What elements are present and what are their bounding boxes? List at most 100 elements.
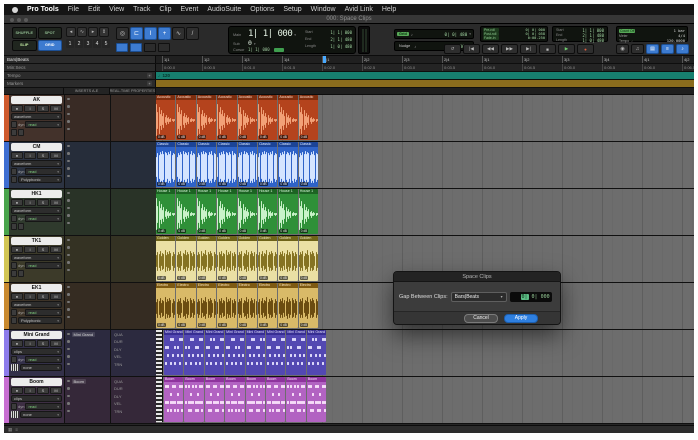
clip-acoustic-8[interactable]: Acoustic0 dB [299,95,318,140]
insert-slot[interactable] [67,126,108,132]
insert-slot[interactable] [67,237,108,243]
clip-classic-3[interactable]: Classic0 dB [197,142,216,187]
automation-safe-button[interactable] [11,309,17,316]
menu-event[interactable]: Event [180,6,198,13]
clip-electro-2[interactable]: Electro0 dB [176,283,195,328]
fade-in-label-chip[interactable]: Fade-in [483,36,499,40]
insert-slot[interactable] [67,245,108,251]
clip-electro-5[interactable]: Electro0 dB [238,283,257,328]
clip-classic-6[interactable]: Classic0 dB [258,142,277,187]
clip-classic-5[interactable]: Classic0 dB [238,142,257,187]
insert-slot[interactable] [67,292,108,298]
track-view-selector[interactable]: waveform▾ [11,301,62,308]
track-view-selector[interactable]: waveform▾ [11,160,62,167]
clip-house-1-4[interactable]: House 10 dB [217,189,236,234]
fade-in-value[interactable]: 0:00.250 [528,36,545,40]
insert-slot[interactable] [67,252,108,258]
grabber-tool-button[interactable]: + [158,27,171,40]
clip-acoustic-2[interactable]: Acoustic0 dB [176,95,195,140]
clip-acoustic-3[interactable]: Acoustic0 dB [197,95,216,140]
gap-value-field[interactable]: 0| 0| 000 [510,292,552,302]
record-enable-button[interactable]: ● [11,105,23,112]
patch-selector[interactable]: none▾ [20,411,62,418]
insert-slot[interactable] [67,284,108,290]
edit-window-view-icon[interactable]: ≡ [15,427,18,432]
menu-help[interactable]: Help [382,6,396,13]
insertion-follows-playback-button[interactable] [158,43,170,52]
mute-button[interactable]: M [50,105,62,112]
clip-mini-grand-5[interactable]: Mini Grand [246,330,265,375]
online-button[interactable]: ↺ [444,44,461,54]
clip-boom-5[interactable]: Boom [246,377,265,422]
apple-menu-icon[interactable] [12,7,18,13]
insert-slot[interactable]: Boom [67,378,108,384]
length-value[interactable]: 1| 0| 480 [582,38,604,43]
tempo-value[interactable]: 120.0000 [667,38,685,43]
track-view-selector[interactable]: waveform▾ [11,113,62,120]
cancel-button[interactable]: Cancel [464,314,498,323]
solo-button[interactable]: S [37,340,49,347]
zoom-preset-5[interactable]: 5 [102,39,110,48]
insert-slot[interactable] [67,339,108,345]
clip-house-1-1[interactable]: House 10 dB [156,189,175,234]
insert-slot[interactable] [67,307,108,313]
go-to-end-button[interactable]: ▶| [520,44,537,54]
end-value[interactable]: 2| 1| 480 [330,37,352,42]
clip-boom-3[interactable]: Boom [205,377,224,422]
clip-classic-7[interactable]: Classic0 dB [278,142,297,187]
record-enable-button[interactable]: ● [11,246,23,253]
input-monitor-button[interactable]: I [24,246,36,253]
mute-button[interactable]: M [50,152,62,159]
midi-zoom-button[interactable]: ⇕ [99,27,109,37]
clip-golden-2[interactable]: Golden0 dB [176,236,195,281]
menu-setup[interactable]: Setup [283,6,301,13]
clip-golden-4[interactable]: Golden0 dB [217,236,236,281]
insert-slot[interactable] [67,220,108,226]
automation-mode-selector[interactable]: read▾ [25,262,62,269]
link-track-edit-selection-button[interactable] [144,43,156,52]
trim-tool-button[interactable]: ⊏ [130,27,143,40]
track-view-selector[interactable]: clips▾ [11,395,62,402]
add-tempo-button[interactable]: + [147,73,152,78]
dynamic-transport-button[interactable]: ≡ [661,44,674,54]
automation-safe-button[interactable] [11,262,17,269]
menu-options[interactable]: Options [250,6,274,13]
clip-mini-grand-2[interactable]: Mini Grand [184,330,203,375]
track-lane-boom[interactable]: BoomBoomBoomBoomBoomBoomBoomBoom [156,377,694,423]
zoom-preset-1[interactable]: 1 [66,39,74,48]
clip-golden-8[interactable]: Golden0 dB [299,236,318,281]
return-to-zero-button[interactable]: |◀ [463,44,480,54]
rewind-button[interactable]: ◀◀ [482,44,499,54]
clip-acoustic-1[interactable]: Acoustic0 dB [156,95,175,140]
menu-view[interactable]: View [109,6,124,13]
add-markers-button[interactable]: + [147,81,152,86]
slip-mode-button[interactable]: SLIP [12,40,37,52]
insert-slot[interactable] [67,260,108,266]
grid-label-chip[interactable]: Grid [397,32,409,36]
caret-icon[interactable]: ▾ [469,32,471,36]
menu-audiosuite[interactable]: AudioSuite [207,6,241,13]
input-monitor-button[interactable]: I [24,152,36,159]
insert-slot[interactable] [67,151,108,157]
metronome-button[interactable]: ◉ [616,44,629,54]
gap-value-selected-segment[interactable]: 0| [521,294,529,300]
menu-track[interactable]: Track [133,6,150,13]
clip-mini-grand-6[interactable]: Mini Grand [266,330,285,375]
insert-slot[interactable] [67,267,108,273]
clip-house-1-5[interactable]: House 10 dB [238,189,257,234]
caret-icon[interactable]: ▾ [254,42,256,46]
input-monitor-button[interactable]: I [24,387,36,394]
zoom-preset-4[interactable]: 4 [93,39,101,48]
gap-units-dropdown[interactable]: Bars|Beats ▾ [451,292,507,302]
clip-mini-grand-8[interactable]: Mini Grand [307,330,326,375]
automation-mode-selector[interactable]: read▾ [25,168,62,175]
ruler-lane-markers[interactable] [156,80,694,87]
clip-golden-3[interactable]: Golden0 dB [197,236,216,281]
record-enable-button[interactable]: ● [11,340,23,347]
caret-icon[interactable]: ▾ [294,33,296,37]
clip-electro-1[interactable]: Electro0 dB [156,283,175,328]
insert-slot[interactable] [67,158,108,164]
menu-window[interactable]: Window [311,6,336,13]
close-window-icon[interactable] [10,18,14,22]
clip-boom-2[interactable]: Boom [184,377,203,422]
